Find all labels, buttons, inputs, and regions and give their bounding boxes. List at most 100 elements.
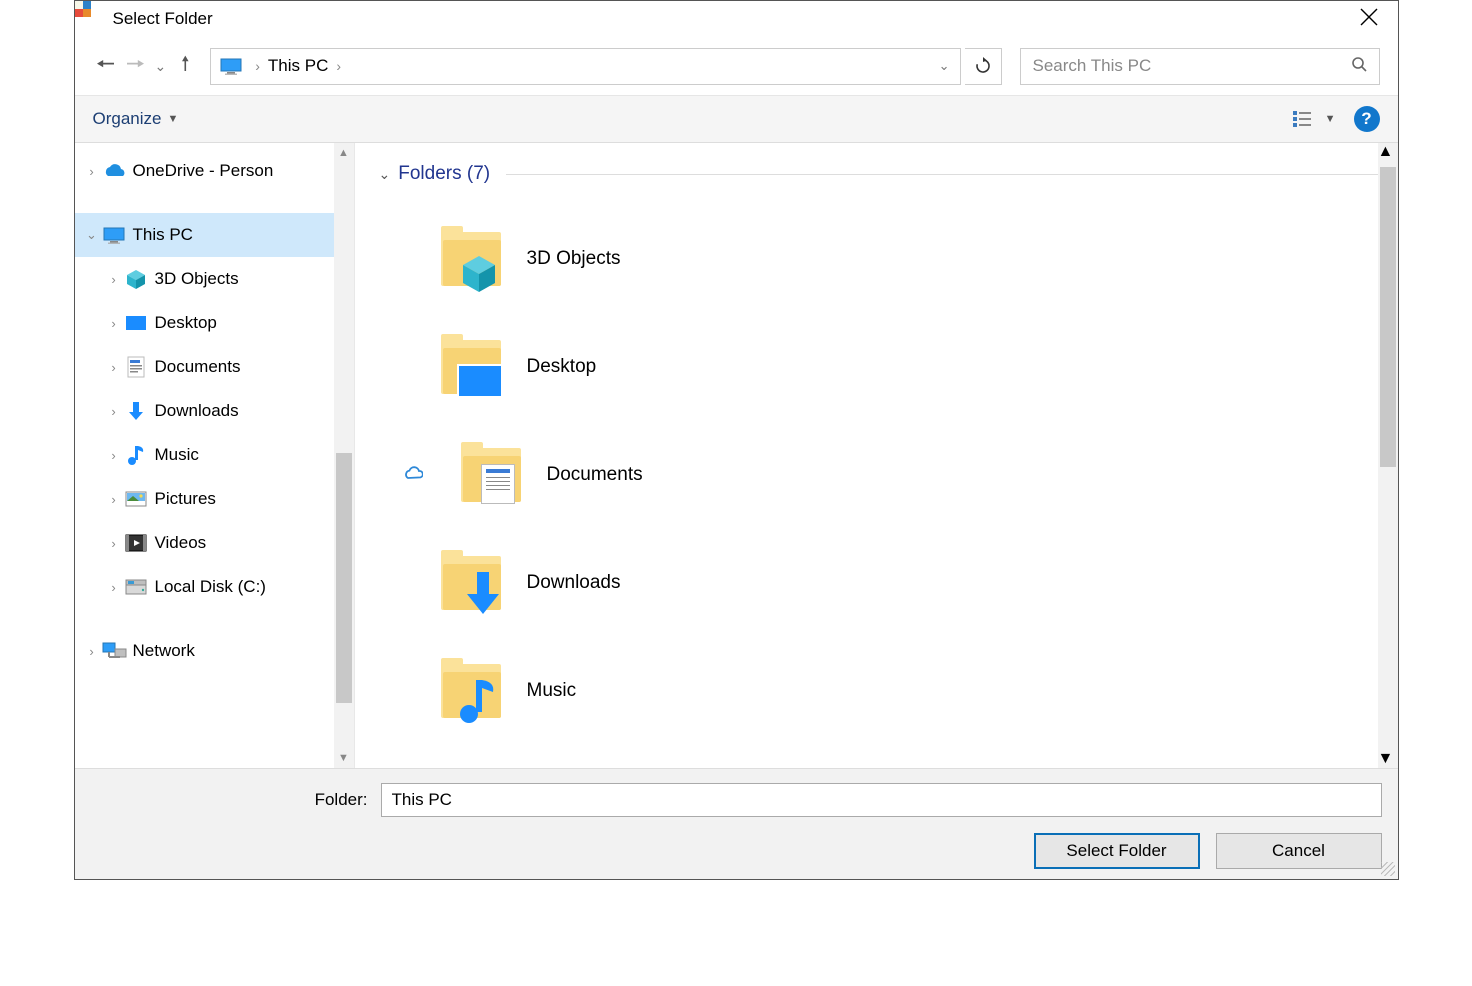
tree-label: Pictures: [155, 489, 216, 509]
tree-label: Music: [155, 445, 199, 465]
view-list-icon: [1293, 110, 1315, 128]
view-options-button[interactable]: ▼: [1293, 110, 1336, 128]
tree-label: Network: [133, 641, 195, 661]
folder-icon: [437, 224, 507, 294]
folder-item-music[interactable]: Music: [379, 637, 1382, 745]
content-pane: ⌄ Folders (7) 3D Objects: [355, 143, 1398, 768]
footer: Folder: Select Folder Cancel: [75, 768, 1398, 879]
tree-item-onedrive[interactable]: › OneDrive - Person: [75, 149, 354, 193]
tree-label: OneDrive - Person: [133, 161, 274, 181]
back-button[interactable]: 🠔: [93, 47, 119, 85]
folder-name-input[interactable]: [381, 783, 1382, 817]
expander-icon[interactable]: ⌄: [83, 227, 101, 243]
breadcrumb-this-pc[interactable]: This PC: [266, 56, 330, 76]
nav-scrollbar[interactable]: ▲ ▼: [334, 143, 354, 768]
folder-item-3d-objects[interactable]: 3D Objects: [379, 205, 1382, 313]
organize-button[interactable]: Organize ▼: [93, 109, 179, 129]
content-scrollbar[interactable]: ▲ ▼: [1378, 143, 1398, 768]
folder-item-downloads[interactable]: Downloads: [379, 529, 1382, 637]
expander-icon[interactable]: ›: [105, 404, 123, 419]
videos-icon: [123, 533, 149, 553]
cancel-button[interactable]: Cancel: [1216, 833, 1382, 869]
breadcrumb-sep-2[interactable]: ›: [330, 58, 347, 74]
tree-item-local-disk-c[interactable]: › Local Disk (C:): [75, 565, 354, 609]
tree-item-music[interactable]: › Music: [75, 433, 354, 477]
folder-label: Music: [527, 680, 577, 702]
scrollbar-thumb[interactable]: [336, 453, 352, 703]
tree-label: Videos: [155, 533, 207, 553]
address-dropdown[interactable]: ⌄: [929, 58, 960, 74]
chevron-down-icon: ▼: [167, 113, 178, 125]
navigation-row: 🠔 🠖 ⌄ 🠕 › This PC › ⌄ Search This PC: [75, 37, 1398, 95]
title-bar: Select Folder: [75, 1, 1398, 37]
address-bar[interactable]: › This PC › ⌄: [210, 48, 960, 85]
close-icon: [1360, 8, 1378, 26]
breadcrumb-sep[interactable]: ›: [249, 58, 266, 74]
select-folder-button[interactable]: Select Folder: [1034, 833, 1200, 869]
nav-tree: › OneDrive - Person ⌄ This PC › 3D Objec…: [75, 143, 354, 768]
refresh-icon: [974, 57, 992, 75]
toolbar: Organize ▼ ▼ ?: [75, 95, 1398, 143]
search-input[interactable]: Search This PC: [1020, 48, 1380, 85]
help-icon: ?: [1361, 109, 1371, 129]
tree-item-videos[interactable]: › Videos: [75, 521, 354, 565]
expander-icon[interactable]: ›: [105, 536, 123, 551]
organize-label: Organize: [93, 109, 162, 129]
folder-label: Folder:: [91, 790, 371, 810]
button-row: Select Folder Cancel: [91, 833, 1382, 869]
expander-icon[interactable]: ›: [105, 492, 123, 507]
tree-label: Downloads: [155, 401, 239, 421]
history-dropdown[interactable]: ⌄: [153, 58, 169, 75]
folder-label: Desktop: [527, 356, 597, 378]
downloads-icon: [123, 400, 149, 422]
tree-label: Local Disk (C:): [155, 577, 266, 597]
body: › OneDrive - Person ⌄ This PC › 3D Objec…: [75, 143, 1398, 768]
select-folder-dialog: Select Folder 🠔 🠖 ⌄ 🠕 › This PC › ⌄ Sear…: [74, 0, 1399, 880]
tree-item-network[interactable]: › Network: [75, 629, 354, 673]
window-title: Select Folder: [113, 9, 213, 29]
expander-icon[interactable]: ›: [105, 316, 123, 331]
folder-item-desktop[interactable]: Desktop: [379, 313, 1382, 421]
close-button[interactable]: [1350, 4, 1388, 34]
app-icon: [83, 9, 103, 29]
navigation-pane: › OneDrive - Person ⌄ This PC › 3D Objec…: [75, 143, 355, 768]
tree-item-documents[interactable]: › Documents: [75, 345, 354, 389]
help-button[interactable]: ?: [1354, 106, 1380, 132]
scrollbar-thumb[interactable]: [1380, 167, 1396, 467]
onedrive-icon: [101, 162, 127, 180]
forward-button[interactable]: 🠖: [123, 47, 149, 85]
this-pc-icon: [219, 57, 243, 75]
expander-icon[interactable]: ›: [105, 272, 123, 287]
expander-icon[interactable]: ›: [83, 164, 101, 179]
tree-label: 3D Objects: [155, 269, 239, 289]
chevron-down-icon: ⌄: [379, 166, 391, 183]
desktop-icon: [123, 314, 149, 332]
search-icon: [1351, 56, 1367, 77]
up-button[interactable]: 🠕: [172, 49, 198, 83]
documents-icon: [123, 356, 149, 378]
tree-item-this-pc[interactable]: ⌄ This PC: [75, 213, 354, 257]
network-icon: [101, 641, 127, 661]
tree-item-pictures[interactable]: › Pictures: [75, 477, 354, 521]
folders-group-header[interactable]: ⌄ Folders (7): [379, 163, 1382, 185]
tree-label: This PC: [133, 225, 193, 245]
refresh-button[interactable]: [965, 48, 1002, 85]
resize-grip[interactable]: [1381, 862, 1395, 876]
expander-icon[interactable]: ›: [83, 644, 101, 659]
tree-label: Desktop: [155, 313, 217, 333]
tree-label: Documents: [155, 357, 241, 377]
pictures-icon: [123, 490, 149, 508]
folder-item-documents[interactable]: Documents: [379, 421, 1382, 529]
tree-item-desktop[interactable]: › Desktop: [75, 301, 354, 345]
folder-input-row: Folder:: [91, 783, 1382, 817]
tree-item-3d-objects[interactable]: › 3D Objects: [75, 257, 354, 301]
expander-icon[interactable]: ›: [105, 448, 123, 463]
folder-icon: [437, 548, 507, 618]
folder-label: Downloads: [527, 572, 621, 594]
expander-icon[interactable]: ›: [105, 580, 123, 595]
cube-icon: [123, 268, 149, 290]
folder-label: Documents: [547, 464, 643, 486]
expander-icon[interactable]: ›: [105, 360, 123, 375]
tree-item-downloads[interactable]: › Downloads: [75, 389, 354, 433]
cloud-status-icon: [403, 465, 423, 486]
